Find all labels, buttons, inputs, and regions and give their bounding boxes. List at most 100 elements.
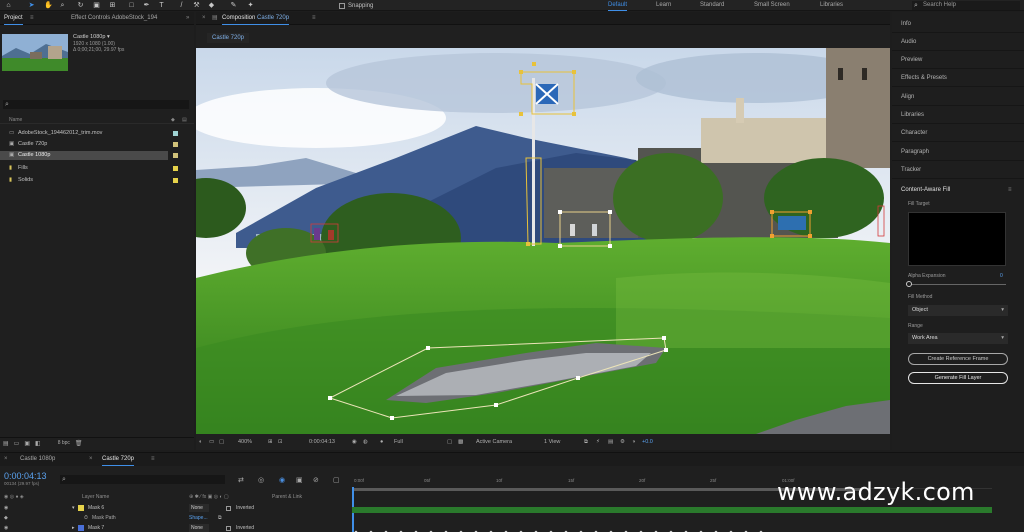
visibility-icon[interactable]: ◉ (4, 524, 8, 532)
pan-behind-tool-icon[interactable]: ⊞ (108, 1, 117, 10)
label-column-icon[interactable]: ◆ (171, 116, 175, 124)
project-item-castle-720p[interactable]: ▣ Castle 720p (0, 140, 194, 149)
type-column-icon[interactable]: ▤ (182, 116, 187, 124)
brush-tool-icon[interactable]: / (177, 1, 186, 10)
color-channel-icon[interactable]: ● (380, 436, 383, 449)
show-snapshot-icon[interactable]: ◍ (363, 436, 368, 449)
zoom-tool-icon[interactable]: ⌕ (58, 1, 67, 10)
guides-icon[interactable]: ⊡ (278, 436, 283, 449)
timeline-search-input[interactable]: ⌕ (60, 475, 225, 484)
workspace-default[interactable]: Default (608, 0, 628, 11)
panel-expand-icon[interactable]: » (186, 12, 189, 25)
zoom-select[interactable]: 400% (238, 436, 252, 449)
panel-audio[interactable]: Audio (892, 34, 1024, 51)
bit-depth-button[interactable]: 8 bpc (58, 440, 70, 447)
tab-effect-controls[interactable]: Effect Controls AdobeStock_194 (71, 12, 157, 25)
panel-menu-icon[interactable]: ≡ (1008, 187, 1012, 193)
keyframe-nav-icon[interactable]: ◆ (4, 514, 8, 523)
panel-info[interactable]: Info (892, 16, 1024, 33)
close-icon[interactable]: × (89, 453, 93, 466)
viewer-timecode[interactable]: 0:00:04:13 (309, 436, 335, 449)
frame-blending-icon[interactable]: ▣ (296, 476, 303, 484)
project-folder-solids[interactable]: ▮ Solids (0, 176, 194, 185)
panel-preview[interactable]: Preview (892, 52, 1024, 69)
workspace-learn[interactable]: Learn (656, 0, 671, 11)
layer-name-header[interactable]: Layer Name (82, 493, 109, 502)
toggle-pixel-icon[interactable]: ⧉ (584, 436, 588, 449)
interpret-footage-icon[interactable]: ▤ (3, 440, 9, 447)
snapshot-icon[interactable]: ◉ (352, 436, 357, 449)
timeline-row-mask-6[interactable]: ◉ ▾ Mask 6 None Inverted (0, 504, 350, 513)
tab-project[interactable]: Project (4, 12, 23, 25)
close-icon[interactable]: × (4, 453, 8, 466)
panel-paragraph[interactable]: Paragraph (892, 144, 1024, 161)
fill-method-select[interactable]: Object (908, 305, 1008, 316)
alpha-expansion-slider[interactable] (908, 284, 1006, 285)
label-swatch[interactable] (173, 153, 178, 158)
graph-icon[interactable]: ⧉ (218, 514, 222, 523)
panel-libraries[interactable]: Libraries (892, 107, 1024, 124)
expand-triangle-icon[interactable]: ▾ (72, 504, 75, 513)
timeline-row-mask-7[interactable]: ◉ ▸ Mask 7 None Inverted (0, 524, 350, 532)
selection-tool-icon[interactable]: ➤ (27, 1, 36, 10)
new-folder-icon[interactable]: ▭ (14, 440, 20, 447)
workspace-libraries[interactable]: Libraries (820, 0, 843, 11)
resolution-select[interactable]: Full (394, 436, 403, 449)
project-item-castle-1080p[interactable]: ▣ Castle 1080p (0, 151, 168, 160)
rotate-tool-icon[interactable]: ↻ (76, 1, 85, 10)
panel-tracker[interactable]: Tracker (892, 162, 1024, 179)
composition-viewer[interactable] (196, 48, 890, 434)
label-swatch[interactable] (173, 178, 178, 183)
parent-link-header[interactable]: Parent & Link (272, 493, 302, 502)
fast-preview-icon[interactable]: ⚡ (596, 436, 600, 449)
workspace-standard[interactable]: Standard (700, 0, 724, 11)
label-swatch[interactable] (173, 131, 178, 136)
exposure-icon[interactable]: ◑ (632, 436, 635, 449)
trash-icon[interactable]: 🗑 (75, 440, 83, 447)
mask-mode-select[interactable]: None (189, 504, 209, 512)
mask-name[interactable]: Mask 6 (88, 504, 104, 513)
new-comp-icon[interactable]: ▣ (24, 440, 30, 447)
transparency-grid-icon[interactable]: ▩ (458, 436, 463, 449)
hand-tool-icon[interactable]: ✋ (44, 1, 53, 10)
name-column-header[interactable]: Name (9, 117, 22, 123)
pen-tool-icon[interactable]: ✒ (142, 1, 151, 10)
project-search-input[interactable]: ⌕ (3, 100, 189, 109)
region-of-interest-icon[interactable]: ▢ (447, 436, 452, 449)
mask-color-swatch[interactable] (78, 525, 84, 531)
snapping-checkbox[interactable] (339, 2, 345, 9)
panel-menu-icon[interactable]: ≡ (151, 453, 155, 466)
visibility-icon[interactable]: ◉ (4, 504, 8, 513)
draft-3d-icon[interactable]: ◎ (258, 476, 264, 484)
workspace-small-screen[interactable]: Small Screen (754, 0, 790, 11)
mask-name[interactable]: Mask 7 (88, 524, 104, 532)
camera-select[interactable]: Active Camera (476, 436, 512, 449)
camera-tool-icon[interactable]: ▣ (92, 1, 101, 10)
panel-menu-icon[interactable]: ≡ (312, 12, 316, 25)
home-icon[interactable]: ⌂ (4, 1, 13, 10)
create-reference-frame-button[interactable]: Create Reference Frame (908, 353, 1008, 365)
layer-duration-bar[interactable] (352, 507, 992, 513)
search-help-field[interactable]: ⌕ Search Help (912, 1, 1020, 10)
type-tool-icon[interactable]: T (157, 1, 166, 10)
puppet-tool-icon[interactable]: ✦ (246, 1, 255, 10)
3d-glasses-icon[interactable]: ▭ (209, 436, 214, 449)
mask-path-shape-link[interactable]: Shape... (189, 514, 208, 523)
range-select[interactable]: Work Area (908, 333, 1008, 344)
tab-castle-1080p[interactable]: Castle 1080p (20, 453, 55, 466)
panel-effects-presets[interactable]: Effects & Presets (892, 70, 1024, 87)
mask-visibility-icon[interactable]: ▢ (219, 436, 224, 449)
timeline-timecode[interactable]: 0:00:04:13 (4, 471, 47, 481)
close-icon[interactable]: × (202, 12, 206, 25)
eraser-tool-icon[interactable]: ◆ (207, 1, 216, 10)
switches-icon[interactable]: ⊕ ✱ ⁄ fx ▣ ◎ ◐ ▢ (189, 493, 229, 502)
content-aware-fill-title[interactable]: Content-Aware Fill (901, 187, 950, 193)
grid-options-icon[interactable]: ⊞ (268, 436, 273, 449)
rectangle-tool-icon[interactable]: □ (127, 1, 136, 10)
generate-fill-layer-button[interactable]: Generate Fill Layer (908, 372, 1008, 384)
alpha-expansion-slider-handle[interactable] (906, 281, 912, 287)
inverted-checkbox[interactable] (226, 506, 231, 511)
av-features-icon[interactable]: ◉ ◎ ● ◈ (4, 493, 24, 502)
hide-shy-layers-icon[interactable]: ▢ (333, 476, 340, 484)
alpha-expansion-value[interactable]: 0 (1000, 273, 1003, 279)
